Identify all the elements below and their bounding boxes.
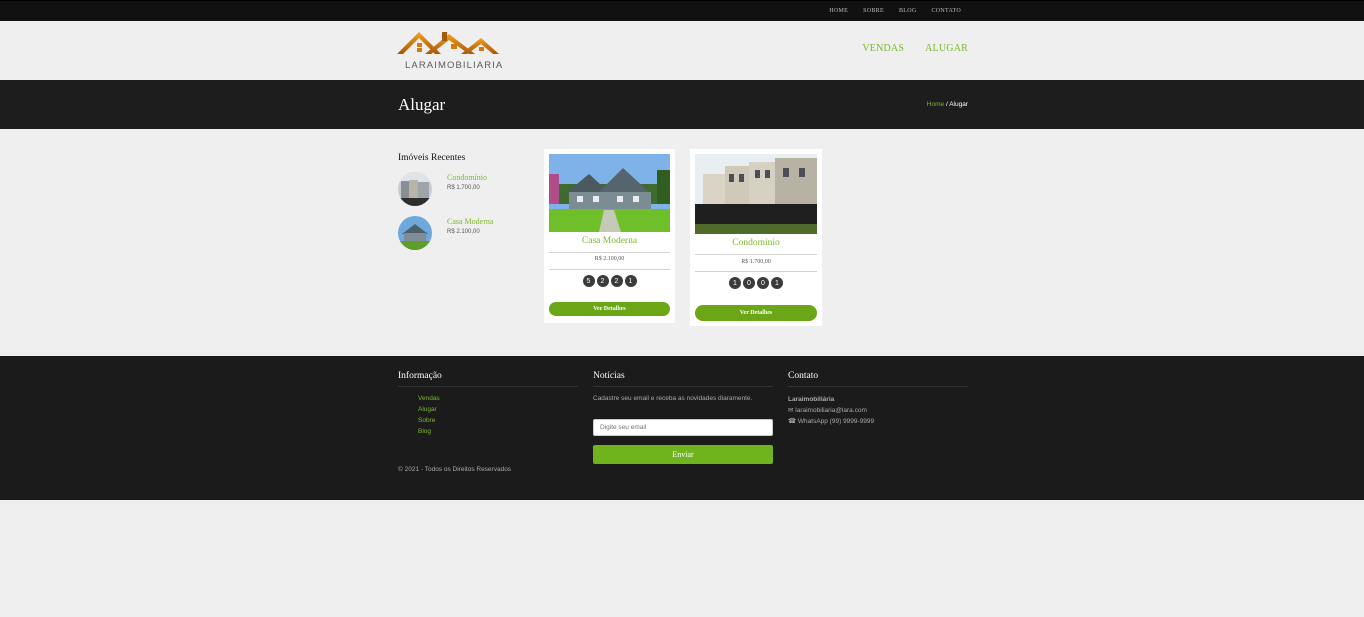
property-price: R$ 2.100,00 — [594, 256, 625, 262]
feature-badge: 2 — [610, 275, 623, 287]
contact-email-row: ✉ laraimobiliaria@lara.com — [788, 405, 968, 416]
property-name[interactable]: Condomínio — [690, 238, 822, 248]
recent-price: R$ 2.100,00 — [447, 229, 480, 235]
divider — [695, 271, 817, 272]
divider — [549, 269, 670, 270]
header: LARAIMOBILIARIA VENDAS ALUGAR — [0, 21, 1364, 80]
feature-badge: 0 — [757, 277, 769, 289]
top-link-blog[interactable]: BLOG — [899, 8, 917, 14]
feature-badge: 1 — [771, 277, 783, 289]
page-title-bar: Alugar Home / Alugar — [0, 80, 1364, 129]
breadcrumb-home[interactable]: Home — [927, 101, 944, 108]
feature-badge: 0 — [743, 277, 755, 289]
property-card: Casa Moderna R$ 2.100,00 5 2 2 1 Ver Det… — [544, 149, 675, 323]
top-link-sobre[interactable]: SOBRE — [863, 8, 884, 14]
contact-info: Laraimobiliária ✉ laraimobiliaria@lara.c… — [788, 394, 968, 427]
footer-link-sobre[interactable]: Sobre — [418, 415, 578, 426]
logo[interactable]: LARAIMOBILIARIA — [397, 28, 502, 72]
contact-brand: Laraimobiliária — [788, 396, 835, 403]
contact-phone[interactable]: WhatsApp (99) 9999-9999 — [798, 418, 874, 425]
footer-links: Vendas Alugar Sobre Blog — [398, 393, 578, 437]
feature-badge: 2 — [596, 275, 609, 287]
contact-email[interactable]: laraimobiliaria@lara.com — [795, 407, 867, 414]
top-bar: HOME SOBRE BLOG CONTATO — [0, 0, 1364, 21]
property-features: 1 0 0 1 — [690, 277, 822, 289]
recent-properties: Imóveis Recentes Condomínio R$ 1.700,00 — [398, 153, 518, 260]
breadcrumb-current: Alugar — [949, 101, 968, 108]
recent-item[interactable]: Condomínio R$ 1.700,00 — [398, 172, 518, 216]
footer-link-alugar[interactable]: Alugar — [418, 404, 578, 415]
footer: Informação Vendas Alugar Sobre Blog Notí… — [0, 356, 1364, 500]
footer-info-heading: Informação — [398, 371, 578, 387]
nav-vendas[interactable]: VENDAS — [862, 43, 904, 54]
roof-logo-icon — [397, 32, 499, 54]
contact-phone-row: ☎ WhatsApp (99) 9999-9999 — [788, 416, 968, 427]
footer-link-blog[interactable]: Blog — [418, 426, 578, 437]
recent-name[interactable]: Casa Moderna — [447, 217, 493, 226]
main-content: Imóveis Recentes Condomínio R$ 1.700,00 — [0, 129, 1364, 356]
property-photo-condominio[interactable] — [695, 154, 817, 234]
property-photo-casa-moderna[interactable] — [549, 154, 670, 232]
footer-info: Informação Vendas Alugar Sobre Blog — [398, 371, 578, 437]
logo-text: LARAIMOBILIARIA — [405, 60, 504, 71]
property-card: Condomínio R$ 1.700,00 1 0 0 1 Ver Detal… — [690, 149, 822, 326]
recent-thumb-casa-moderna[interactable] — [398, 216, 432, 250]
top-link-home[interactable]: HOME — [829, 8, 848, 14]
recent-price: R$ 1.700,00 — [447, 185, 480, 191]
feature-badge: 1 — [729, 277, 741, 289]
property-name[interactable]: Casa Moderna — [544, 236, 675, 246]
top-links: HOME SOBRE BLOG CONTATO — [829, 8, 961, 14]
footer-contact: Contato Laraimobiliária ✉ laraimobiliari… — [788, 371, 968, 427]
recent-thumb-condominio[interactable] — [398, 172, 432, 206]
divider — [695, 254, 817, 255]
copyright: © 2021 - Todos os Direitos Reservados — [398, 466, 512, 473]
feature-badge: 1 — [624, 275, 637, 287]
breadcrumb: Home / Alugar — [927, 101, 968, 108]
whatsapp-icon: ☎ — [788, 418, 798, 425]
footer-link-vendas[interactable]: Vendas — [418, 393, 578, 404]
divider — [549, 252, 670, 253]
details-button[interactable]: Ver Detalhes — [549, 302, 670, 316]
page-bottom — [0, 500, 1364, 617]
recent-item[interactable]: Casa Moderna R$ 2.100,00 — [398, 216, 518, 260]
newsletter-text: Cadastre seu email e receba as novidades… — [593, 395, 753, 402]
footer-news-heading: Notícias — [593, 371, 773, 387]
submit-button[interactable]: Enviar — [593, 445, 773, 464]
footer-contact-heading: Contato — [788, 371, 968, 387]
main-nav: VENDAS ALUGAR — [862, 43, 968, 54]
nav-alugar[interactable]: ALUGAR — [925, 43, 968, 54]
feature-badge: 5 — [582, 275, 595, 287]
recent-heading: Imóveis Recentes — [398, 153, 466, 163]
details-button[interactable]: Ver Detalhes — [695, 305, 817, 321]
recent-name[interactable]: Condomínio — [447, 173, 487, 182]
top-link-contato[interactable]: CONTATO — [931, 8, 961, 14]
email-field[interactable] — [593, 419, 773, 436]
page-title: Alugar — [398, 95, 446, 114]
property-price: R$ 1.700,00 — [741, 259, 771, 265]
footer-news: Notícias Cadastre seu email e receba as … — [593, 371, 773, 471]
property-features: 5 2 2 1 — [544, 275, 675, 287]
